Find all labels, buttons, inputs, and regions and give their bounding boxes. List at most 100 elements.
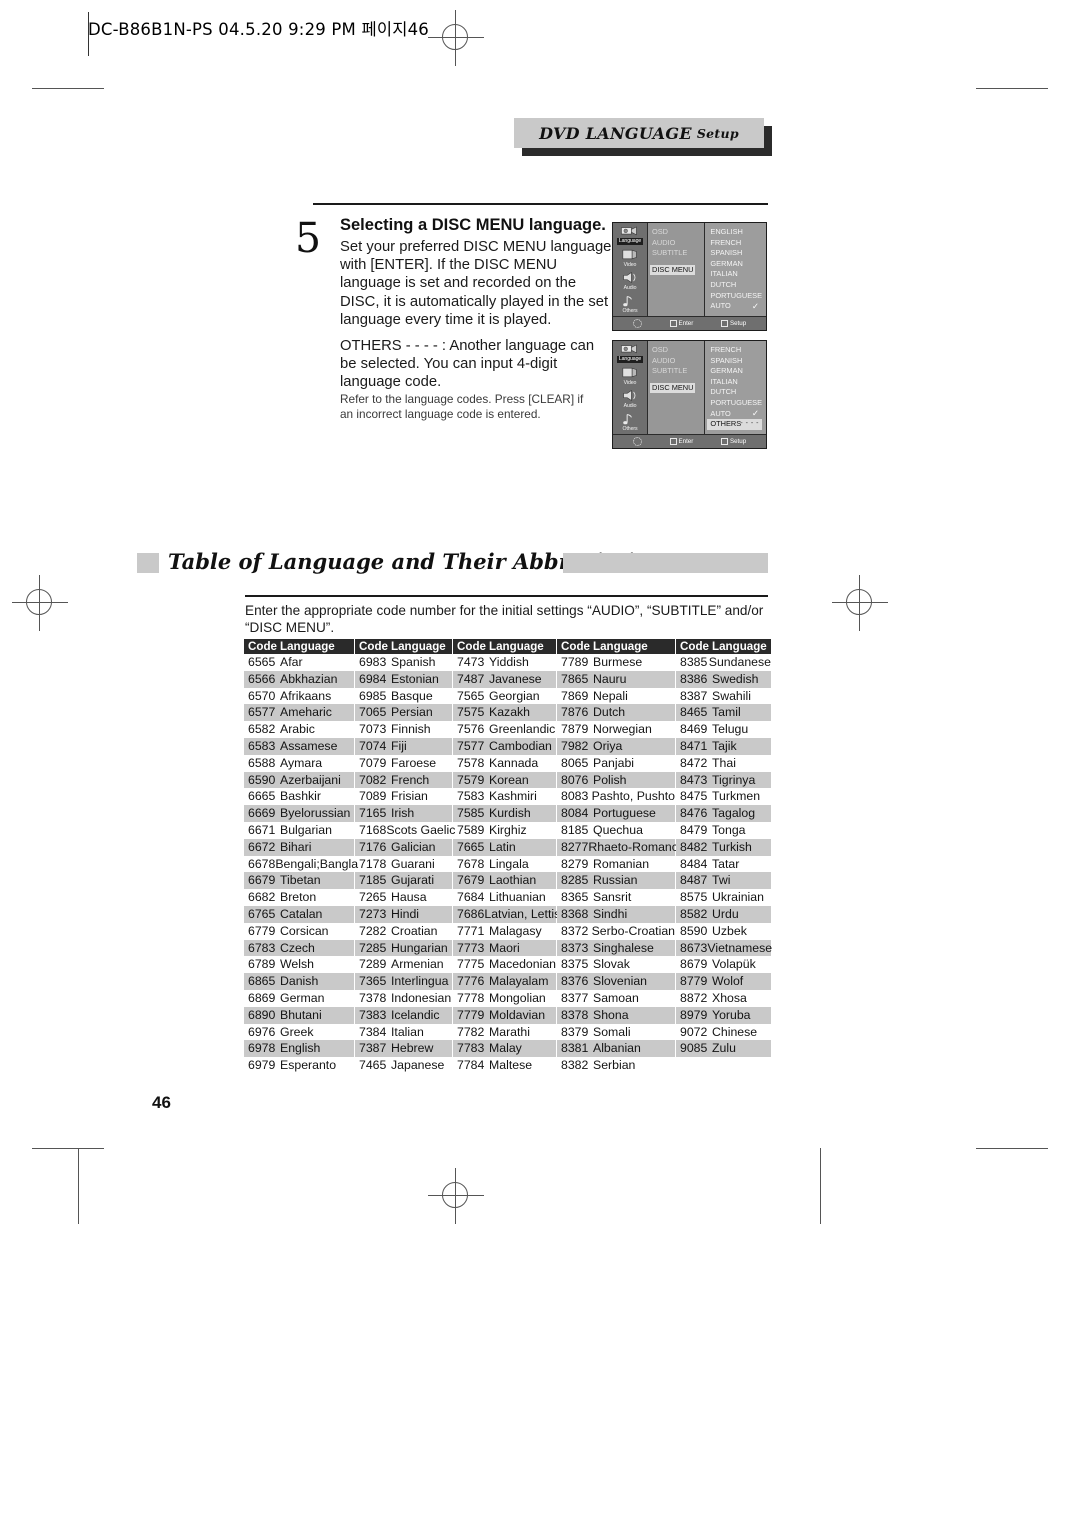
language-name: Swedish (712, 671, 759, 686)
language-name: Zulu (712, 1041, 736, 1056)
language-name: Finnish (391, 722, 431, 737)
table-row: 7465 Japanese (355, 1057, 452, 1074)
language-name: Romanian (593, 856, 650, 871)
table-column-header: Code Language (676, 639, 771, 654)
table-row: 7487 Javanese (453, 670, 556, 688)
osd-footer-enter-label: Enter (678, 320, 694, 327)
table-row: 8382 Serbian (557, 1057, 675, 1074)
header-code: Code (359, 640, 388, 653)
language-name: Icelandic (391, 1007, 440, 1022)
table-row: 6789 Welsh (244, 956, 354, 973)
language-code: 6985 (359, 688, 387, 703)
language-code: 8368 (561, 906, 589, 921)
osd-submenu-disc-menu: DISC MENU (650, 264, 696, 276)
osd-footer-enter-label-2: Enter (678, 438, 694, 445)
table-row: 9072 Chinese (676, 1024, 771, 1041)
language-code: 7073 (359, 722, 387, 737)
osd-option-italian: ITALIAN (710, 269, 738, 279)
language-code: 8378 (561, 1007, 589, 1022)
osd-category-language-2: Language (613, 341, 647, 364)
banner-face: DVD LANGUAGE Setup (514, 118, 764, 148)
language-name: Nepali (593, 688, 628, 703)
language-code: 7684 (457, 890, 485, 905)
table-row: 8379 Somali (557, 1024, 675, 1041)
table-row: 7384 Italian (355, 1024, 452, 1041)
table-row: 6588 Aymara (244, 755, 354, 772)
language-code: 7165 (359, 806, 387, 821)
language-code: 8473 (680, 772, 708, 787)
language-code: 7779 (457, 1007, 485, 1022)
note-icon (623, 413, 632, 424)
table-row: 7589 Kirghiz (453, 822, 556, 839)
table-row: 7073 Finnish (355, 721, 452, 738)
table-row: 8679 Volapük (676, 956, 771, 973)
banner-title-main: DVD LANGUAGE (539, 123, 692, 143)
header-code: Code (248, 640, 277, 653)
language-name: Frisian (391, 789, 428, 804)
language-name: Esperanto (280, 1058, 337, 1073)
table-row: 7678 Lingala (453, 856, 556, 873)
osd-option-others: OTHERS - - - - (707, 419, 762, 430)
step-number: 5 (295, 214, 322, 262)
language-name: Sansrit (593, 890, 632, 905)
language-name: Laothian (489, 873, 537, 888)
crop-line-bottom-right (976, 1148, 1048, 1150)
language-name: Persian (391, 705, 433, 720)
osd-option-auto-label-2: AUTO (710, 408, 731, 418)
language-name: Bhutani (280, 1007, 322, 1022)
osd-submenu-audio-2: AUDIO (652, 355, 676, 365)
header-language: Language (489, 640, 544, 653)
table-row: 7387 Hebrew (355, 1040, 452, 1058)
osd-footer-setup-2: Setup (720, 438, 746, 445)
table-column-header: Code Language (244, 639, 354, 654)
others-note: Refer to the language codes. Press [CLEA… (340, 392, 584, 421)
table-row: 7665 Latin (453, 838, 556, 856)
language-name: Bashkir (280, 789, 322, 804)
language-table-column: Code Language 7789 Burmese 7865 Nauru 7869 Nepa… (557, 639, 685, 1074)
language-code: 6672 (248, 839, 276, 854)
step-divider (313, 203, 768, 205)
language-name: Macedonian (489, 957, 556, 972)
language-table-column: Code Language 6983 Spanish 6984 Estonian 6985 B… (355, 639, 455, 1074)
table-row: 6985 Basque (355, 688, 452, 705)
osd-category-audio-label-2: Audio (623, 402, 637, 409)
language-name: Lingala (489, 856, 529, 871)
language-code: 7082 (359, 772, 387, 787)
language-code: 6570 (248, 688, 276, 703)
table-row: 7771 Malagasy (453, 923, 556, 940)
language-code: 7387 (359, 1041, 387, 1056)
language-code: 6783 (248, 940, 276, 955)
language-name: Abkhazian (280, 671, 338, 686)
table-column-header: Code Language (557, 639, 675, 654)
osd-option-spanish: SPANISH (710, 248, 743, 258)
language-name: Xhosa (712, 990, 747, 1005)
table-row: 6669 Byelorussian (244, 805, 354, 822)
crop-line-left-vertical (78, 1148, 80, 1224)
table-row: 7982 Oriya (557, 737, 675, 755)
table-row: 7679 Laothian (453, 872, 556, 890)
language-code: 8376 (561, 974, 589, 989)
language-name: Gujarati (391, 873, 435, 888)
language-code: 6582 (248, 722, 276, 737)
language-code: 7384 (359, 1024, 387, 1039)
osd-category-rail-2: Language Video Audio Others (613, 341, 648, 434)
table-row: 6583 Assamese (244, 737, 354, 755)
checkmark-icon: ✓ (751, 300, 759, 311)
intro-divider (245, 595, 768, 597)
language-code: 7773 (457, 940, 485, 955)
language-code: 7575 (457, 705, 485, 720)
language-code: 7869 (561, 688, 589, 703)
table-row: 7686 Latvian, Lettish (453, 905, 567, 923)
print-file-header: DC-B86B1N-PS 04.5.20 9:29 PM 페이지46 (88, 20, 429, 39)
osd-category-video-2: Video (613, 364, 647, 387)
language-name: German (280, 990, 325, 1005)
language-code: 8482 (680, 839, 708, 854)
language-code: 6789 (248, 957, 276, 972)
language-code: 7789 (561, 655, 589, 669)
language-code: 7665 (457, 839, 485, 854)
language-code: 7273 (359, 906, 387, 921)
language-name: Malayalam (489, 974, 549, 989)
osd-option-italian-2: ITALIAN (710, 376, 738, 386)
table-column-header: Code Language (453, 639, 556, 654)
language-code: 7577 (457, 738, 485, 753)
